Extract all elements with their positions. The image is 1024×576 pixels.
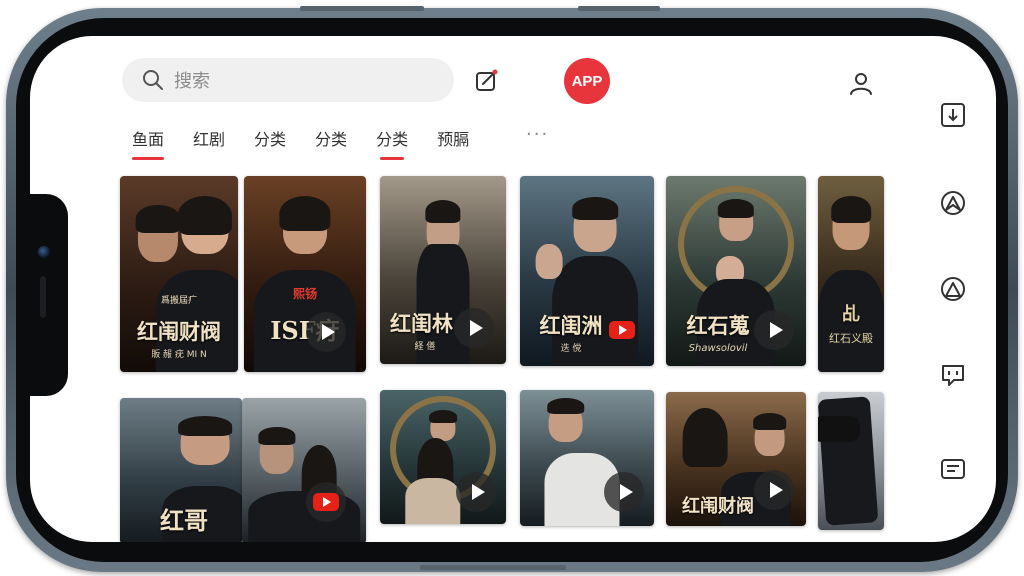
tab-category-2[interactable]: 分类: [315, 126, 347, 160]
front-camera-icon: [38, 246, 50, 258]
edit-icon[interactable]: [474, 68, 500, 94]
play-button[interactable]: [604, 472, 644, 512]
side-button: [420, 565, 566, 570]
card-badge: 乩: [842, 304, 860, 325]
card-subtitle: 迭 傥: [560, 344, 582, 354]
category-tabs: 鱼面 红剧 分类 分类 分类 预膈: [132, 126, 498, 160]
play-button[interactable]: [754, 310, 794, 350]
app-download-button[interactable]: APP: [564, 58, 610, 104]
card-title: 红石蒐: [686, 313, 750, 338]
camera-module: [818, 416, 860, 442]
search-bar[interactable]: 搜索: [122, 58, 454, 102]
card-title: 红石义殿: [829, 332, 873, 345]
more-tabs-button[interactable]: ···: [526, 124, 549, 145]
card-subtitle: 経 僐: [414, 342, 436, 352]
card-badge: 熙钖: [292, 287, 317, 301]
youtube-play-button[interactable]: [306, 482, 346, 522]
speaker-grille: [40, 276, 46, 318]
play-button[interactable]: [456, 472, 496, 512]
navigation-icon[interactable]: [938, 188, 968, 218]
drama-card[interactable]: 红石蒐 Shawsolovil: [666, 176, 806, 366]
message-icon[interactable]: [938, 360, 968, 390]
user-icon[interactable]: [848, 70, 874, 96]
drama-card[interactable]: 红哥: [120, 398, 242, 542]
tab-category-1[interactable]: 分类: [254, 126, 286, 160]
youtube-icon: [313, 493, 339, 511]
search-icon: [143, 70, 163, 90]
card-title: 红闱财阀: [682, 496, 754, 517]
drama-card[interactable]: 红闱财阀: [666, 392, 806, 526]
power-button: [578, 6, 660, 11]
drama-card[interactable]: 爲搬屆疒 红闱财阀 販 赧 疣 ΜΙ Ν: [120, 176, 238, 372]
app-screen: 搜索 APP 鱼面 红剧 分类 分类 分类 预膈 ··· 爲搬屆疒 红闱财阀 販…: [30, 36, 996, 542]
drama-card[interactable]: 红闺洲 迭 傥: [520, 176, 654, 366]
list-icon[interactable]: [938, 454, 968, 484]
tab-category-3[interactable]: 分类: [376, 126, 408, 160]
drama-card[interactable]: [242, 398, 366, 542]
card-title: 红闺林: [390, 311, 453, 336]
camera-notch: [28, 194, 68, 396]
card-subtitle: Shawsolovil: [688, 343, 748, 354]
card-badge: 爲搬屆疒: [160, 296, 197, 306]
navigation-icon[interactable]: [938, 274, 968, 304]
card-title: 红哥: [160, 506, 208, 535]
tab-preview[interactable]: 预膈: [437, 126, 469, 160]
play-button[interactable]: [306, 312, 346, 352]
play-button[interactable]: [754, 470, 794, 510]
volume-button: [300, 6, 424, 11]
youtube-icon: [609, 321, 635, 339]
play-button[interactable]: [454, 308, 494, 348]
drama-card[interactable]: [520, 390, 654, 526]
card-subtitle: 販 赧 疣 ΜΙ Ν: [151, 350, 207, 360]
tab-home[interactable]: 鱼面: [132, 126, 165, 160]
drama-card[interactable]: 熙钖 ISF疛: [244, 176, 366, 372]
drama-card[interactable]: 乩 红石义殿: [818, 176, 884, 372]
download-icon[interactable]: [938, 100, 968, 130]
tab-red-drama[interactable]: 红剧: [193, 126, 225, 160]
search-placeholder: 搜索: [174, 71, 210, 92]
drama-card[interactable]: [380, 390, 506, 524]
youtube-play-button[interactable]: [602, 310, 642, 350]
drama-card[interactable]: 红闺林 経 僐: [380, 176, 506, 364]
card-title: 红闱财阀: [137, 319, 221, 344]
drama-card[interactable]: [818, 392, 884, 530]
